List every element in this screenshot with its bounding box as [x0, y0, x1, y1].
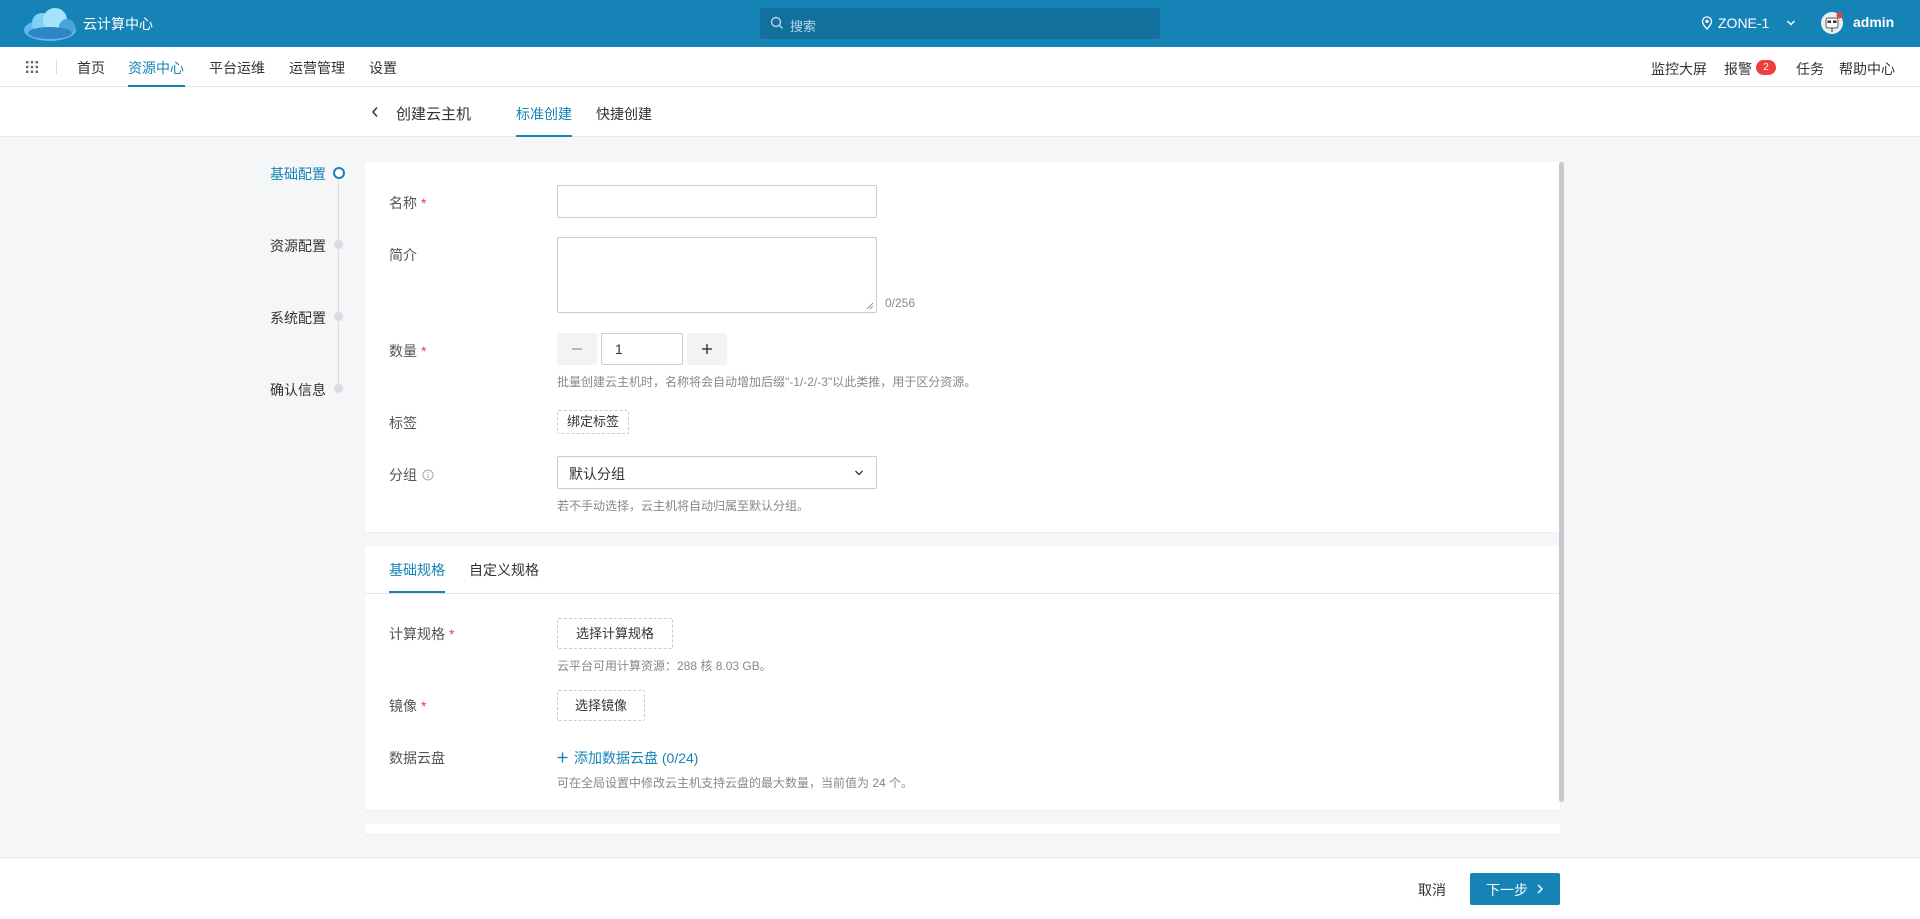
tag-label: 标签: [389, 415, 417, 431]
main-nav: 首页 资源中心 平台运维 运营管理 设置 监控大屏 报警 2 任务 帮助中心: [0, 47, 1920, 87]
desc-char-counter: 0/256: [885, 296, 916, 310]
nav-help-center[interactable]: 帮助中心: [1839, 59, 1895, 79]
nav-tasks[interactable]: 任务: [1796, 59, 1824, 79]
qty-hint: 批量创建云主机时，名称将会自动增加后缀"-1/-2/-3"以此类推，用于区分资源…: [557, 375, 977, 389]
nav-item-platform-ops[interactable]: 平台运维: [209, 58, 265, 78]
page-header: 创建云主机 标准创建 快捷创建: [0, 87, 1920, 137]
compute-spec-hint: 云平台可用计算资源：288 核 8.03 GB。: [557, 659, 772, 673]
user-avatar-icon[interactable]: [1820, 11, 1844, 35]
qty-input[interactable]: 1: [601, 333, 683, 365]
step-resource-config[interactable]: 资源配置: [270, 236, 326, 256]
cancel-button[interactable]: 取消: [1418, 880, 1446, 900]
content-scrollbar[interactable]: [1559, 162, 1564, 802]
tab-standard-create[interactable]: 标准创建: [516, 104, 572, 124]
nav-item-resource-center[interactable]: 资源中心: [128, 58, 184, 78]
next-step-button[interactable]: 下一步: [1470, 873, 1560, 905]
nav-monitor-screen[interactable]: 监控大屏: [1651, 59, 1707, 79]
username[interactable]: admin: [1853, 14, 1894, 30]
step-system-config[interactable]: 系统配置: [270, 308, 326, 328]
global-search[interactable]: 搜索: [760, 8, 1160, 39]
step-dot: [334, 312, 343, 321]
chevron-down-icon: [1787, 20, 1795, 26]
search-placeholder: 搜索: [790, 19, 817, 34]
alarm-count-badge: 2: [1756, 60, 1776, 75]
plus-icon: [557, 752, 568, 763]
data-disk-hint: 可在全局设置中修改云主机支持云盘的最大数量，当前值为 24 个。: [557, 776, 914, 790]
basic-config-card: 名称 * 简介 0/256 数量 * 1 批量创建云主机时，名称将会自动增加后缀"-…: [365, 162, 1560, 532]
step-dot: [334, 384, 343, 393]
footer-bar: 取消 下一步: [0, 857, 1920, 919]
qty-label: 数量 *: [389, 343, 427, 359]
group-selected-value: 默认分组: [569, 466, 625, 482]
location-pin-icon: [1701, 16, 1713, 30]
search-icon: [770, 16, 783, 29]
compute-spec-label: 计算规格 *: [389, 626, 455, 642]
nav-divider: [56, 60, 57, 74]
add-data-disk-link[interactable]: 添加数据云盘 (0/24): [557, 748, 698, 768]
image-label: 镜像 *: [389, 698, 427, 714]
zone-label: ZONE-1: [1718, 15, 1770, 31]
name-input[interactable]: [557, 185, 877, 218]
top-bar: 云计算中心 搜索 ZONE-1 admin: [0, 0, 1920, 47]
chevron-right-icon: [1537, 884, 1543, 894]
plus-icon: [702, 344, 712, 354]
tab-basic-spec[interactable]: 基础规格: [389, 560, 445, 580]
bind-tag-button[interactable]: 绑定标签: [557, 410, 629, 434]
nav-item-home[interactable]: 首页: [77, 58, 105, 78]
nav-item-operations[interactable]: 运营管理: [289, 58, 345, 78]
spec-card: 基础规格 自定义规格 计算规格 * 选择计算规格 云平台可用计算资源：288 核 …: [365, 546, 1560, 810]
desc-textarea[interactable]: [557, 237, 877, 313]
minus-icon: [572, 348, 582, 350]
group-select[interactable]: 默认分组: [557, 456, 877, 489]
next-card-edge: [365, 824, 1560, 834]
step-dot-active: [333, 167, 345, 179]
back-chevron-icon[interactable]: [370, 106, 380, 118]
step-dot: [334, 240, 343, 249]
step-confirm-info[interactable]: 确认信息: [270, 380, 326, 400]
tab-active-underline: [389, 591, 445, 593]
step-basic-config[interactable]: 基础配置: [270, 164, 326, 184]
info-icon[interactable]: [422, 469, 434, 481]
select-compute-spec-button[interactable]: 选择计算规格: [557, 618, 673, 649]
data-disk-label: 数据云盘: [389, 750, 445, 766]
tab-custom-spec[interactable]: 自定义规格: [469, 560, 539, 580]
nav-item-settings[interactable]: 设置: [369, 58, 397, 78]
qty-value: 1: [615, 341, 623, 357]
page-title: 创建云主机: [396, 106, 472, 123]
nav-alarms[interactable]: 报警: [1724, 59, 1752, 79]
steps-line: [338, 180, 339, 390]
qty-decrement-button[interactable]: [557, 333, 597, 365]
tab-divider: [365, 593, 1560, 594]
cloud-logo-icon: [24, 8, 76, 41]
group-hint: 若不手动选择，云主机将自动归属至默认分组。: [557, 499, 810, 513]
app-title: 云计算中心: [83, 16, 153, 32]
qty-increment-button[interactable]: [687, 333, 727, 365]
desc-label: 简介: [389, 247, 417, 263]
chevron-down-icon: [855, 470, 863, 476]
app-grid-icon[interactable]: [26, 61, 38, 73]
tab-quick-create[interactable]: 快捷创建: [596, 104, 652, 124]
tab-active-underline: [516, 135, 572, 137]
group-label: 分组: [389, 465, 434, 485]
select-image-button[interactable]: 选择镜像: [557, 690, 645, 721]
name-label: 名称 *: [389, 195, 427, 211]
resize-handle-icon[interactable]: [866, 302, 874, 310]
next-step-label: 下一步: [1486, 882, 1528, 898]
